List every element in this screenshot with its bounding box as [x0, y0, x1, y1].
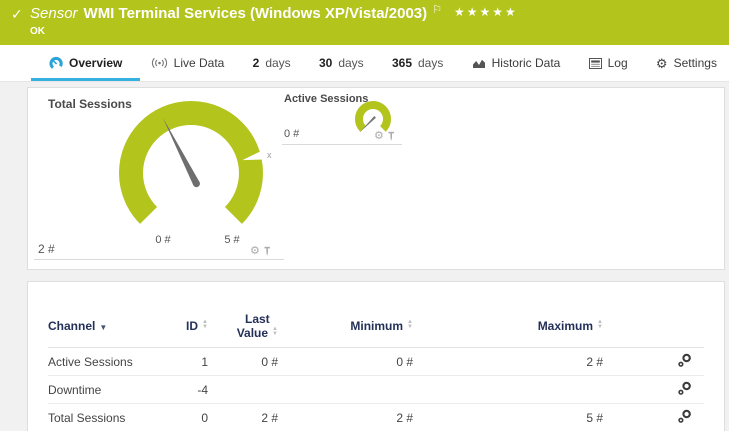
- tab-log[interactable]: Log: [585, 45, 632, 81]
- col-header-last-value[interactable]: Last Value ▲▼: [208, 312, 278, 340]
- tab-log-label: Log: [608, 56, 628, 70]
- widget-divider: [34, 259, 284, 260]
- cell-minimum: 2 #: [278, 411, 413, 425]
- tab-2-days-number: 2: [253, 56, 260, 70]
- cell-channel: Downtime: [48, 383, 178, 397]
- col-header-channel[interactable]: Channel ▼: [48, 319, 178, 333]
- cell-last-value: 0 #: [208, 355, 278, 369]
- total-sessions-current-value: 2 #: [38, 242, 55, 256]
- gauge-scale-min-label: 0 #: [143, 234, 183, 246]
- tab-30-days[interactable]: 30 days: [315, 45, 368, 81]
- tab-overview-label: Overview: [69, 56, 122, 70]
- tab-settings-label: Settings: [674, 56, 717, 70]
- cell-minimum: 0 #: [278, 355, 413, 369]
- priority-stars[interactable]: ★★★★★: [454, 5, 518, 19]
- tab-live-data[interactable]: Live Data: [147, 45, 229, 81]
- cell-maximum: 5 #: [413, 411, 603, 425]
- widget-toolbar: ⚙: [250, 246, 272, 257]
- cell-last-value: 2 #: [208, 411, 278, 425]
- tab-30-days-unit: days: [338, 56, 363, 70]
- settings-gear-icon: ⚙: [656, 57, 668, 70]
- sort-icon: ▲▼: [597, 320, 603, 330]
- sort-icon: ▲▼: [407, 320, 413, 330]
- status-ok-check-icon: ✓: [11, 6, 23, 23]
- col-header-value-label: Value: [237, 326, 268, 340]
- col-header-maximum[interactable]: Maximum ▲▼: [413, 319, 603, 333]
- flag-icon[interactable]: ⚐: [432, 4, 442, 16]
- tab-2-days-unit: days: [265, 56, 290, 70]
- col-header-maximum-label: Maximum: [538, 319, 593, 333]
- cell-channel: Active Sessions: [48, 355, 178, 369]
- col-header-minimum-label: Minimum: [350, 319, 403, 333]
- col-header-id-label: ID: [186, 319, 198, 333]
- table-row[interactable]: Active Sessions 1 0 # 0 # 2 #: [48, 348, 704, 376]
- channel-table-panel: Channel ▼ ID ▲▼ Last Value ▲▼ Minimum ▲▼ Max…: [27, 281, 725, 431]
- gauge-scale-max-label: 5 #: [212, 234, 252, 246]
- sort-desc-icon: ▼: [99, 323, 107, 332]
- live-signal-icon: [151, 57, 168, 69]
- widget-gear-icon[interactable]: ⚙: [374, 131, 384, 142]
- log-icon: [589, 58, 602, 69]
- tab-historic-data[interactable]: Historic Data: [468, 45, 565, 81]
- historic-chart-icon: [472, 57, 486, 69]
- sensor-kind-label: Sensor: [30, 5, 78, 22]
- tab-bar: Overview Live Data 2 days 30 days 365 da…: [0, 45, 729, 82]
- gauge-marker-x: x: [267, 150, 272, 160]
- sort-icon: ▲▼: [202, 320, 208, 330]
- total-sessions-gauge: x: [91, 88, 291, 258]
- channel-settings-gears-icon[interactable]: [677, 381, 692, 396]
- table-row[interactable]: Downtime -4: [48, 376, 704, 404]
- channel-settings-gears-icon[interactable]: [677, 353, 692, 368]
- overview-gauges-panel: Total Sessions x 0 # 5 # 2 # ⚙ Active Se…: [27, 87, 725, 270]
- widget-pin-icon[interactable]: [387, 131, 396, 142]
- cell-id: 0: [178, 411, 208, 425]
- col-header-id[interactable]: ID ▲▼: [178, 319, 208, 333]
- tab-overview[interactable]: Overview: [45, 45, 126, 81]
- widget-pin-icon[interactable]: [263, 246, 272, 257]
- channel-settings-gears-icon[interactable]: [677, 409, 692, 424]
- gauge-icon: [49, 56, 63, 70]
- tab-365-days-unit: days: [418, 56, 443, 70]
- widget-divider: [282, 144, 402, 145]
- tab-live-data-label: Live Data: [174, 56, 225, 70]
- tab-2-days[interactable]: 2 days: [249, 45, 295, 81]
- sensor-status-text: OK: [30, 26, 45, 37]
- widget-toolbar: ⚙: [374, 131, 396, 142]
- table-header-row: Channel ▼ ID ▲▼ Last Value ▲▼ Minimum ▲▼ Max…: [48, 304, 704, 348]
- col-header-minimum[interactable]: Minimum ▲▼: [278, 319, 413, 333]
- tab-historic-data-label: Historic Data: [492, 56, 561, 70]
- tab-365-days[interactable]: 365 days: [388, 45, 447, 81]
- cell-channel: Total Sessions: [48, 411, 178, 425]
- sensor-header: ✓ Sensor WMI Terminal Services (Windows X…: [0, 0, 729, 45]
- widget-gear-icon[interactable]: ⚙: [250, 246, 260, 257]
- col-header-last-label: Last: [245, 312, 270, 326]
- cell-id: -4: [178, 383, 208, 397]
- tab-365-days-number: 365: [392, 56, 412, 70]
- sensor-title: WMI Terminal Services (Windows XP/Vista/…: [84, 5, 428, 22]
- tab-30-days-number: 30: [319, 56, 332, 70]
- tab-settings[interactable]: ⚙ Settings: [652, 45, 721, 81]
- col-header-channel-label: Channel: [48, 319, 95, 333]
- sort-icon: ▲▼: [272, 327, 278, 337]
- cell-id: 1: [178, 355, 208, 369]
- active-sessions-current-value: 0 #: [284, 128, 299, 140]
- table-row[interactable]: Total Sessions 0 2 # 2 # 5 #: [48, 404, 704, 431]
- cell-maximum: 2 #: [413, 355, 603, 369]
